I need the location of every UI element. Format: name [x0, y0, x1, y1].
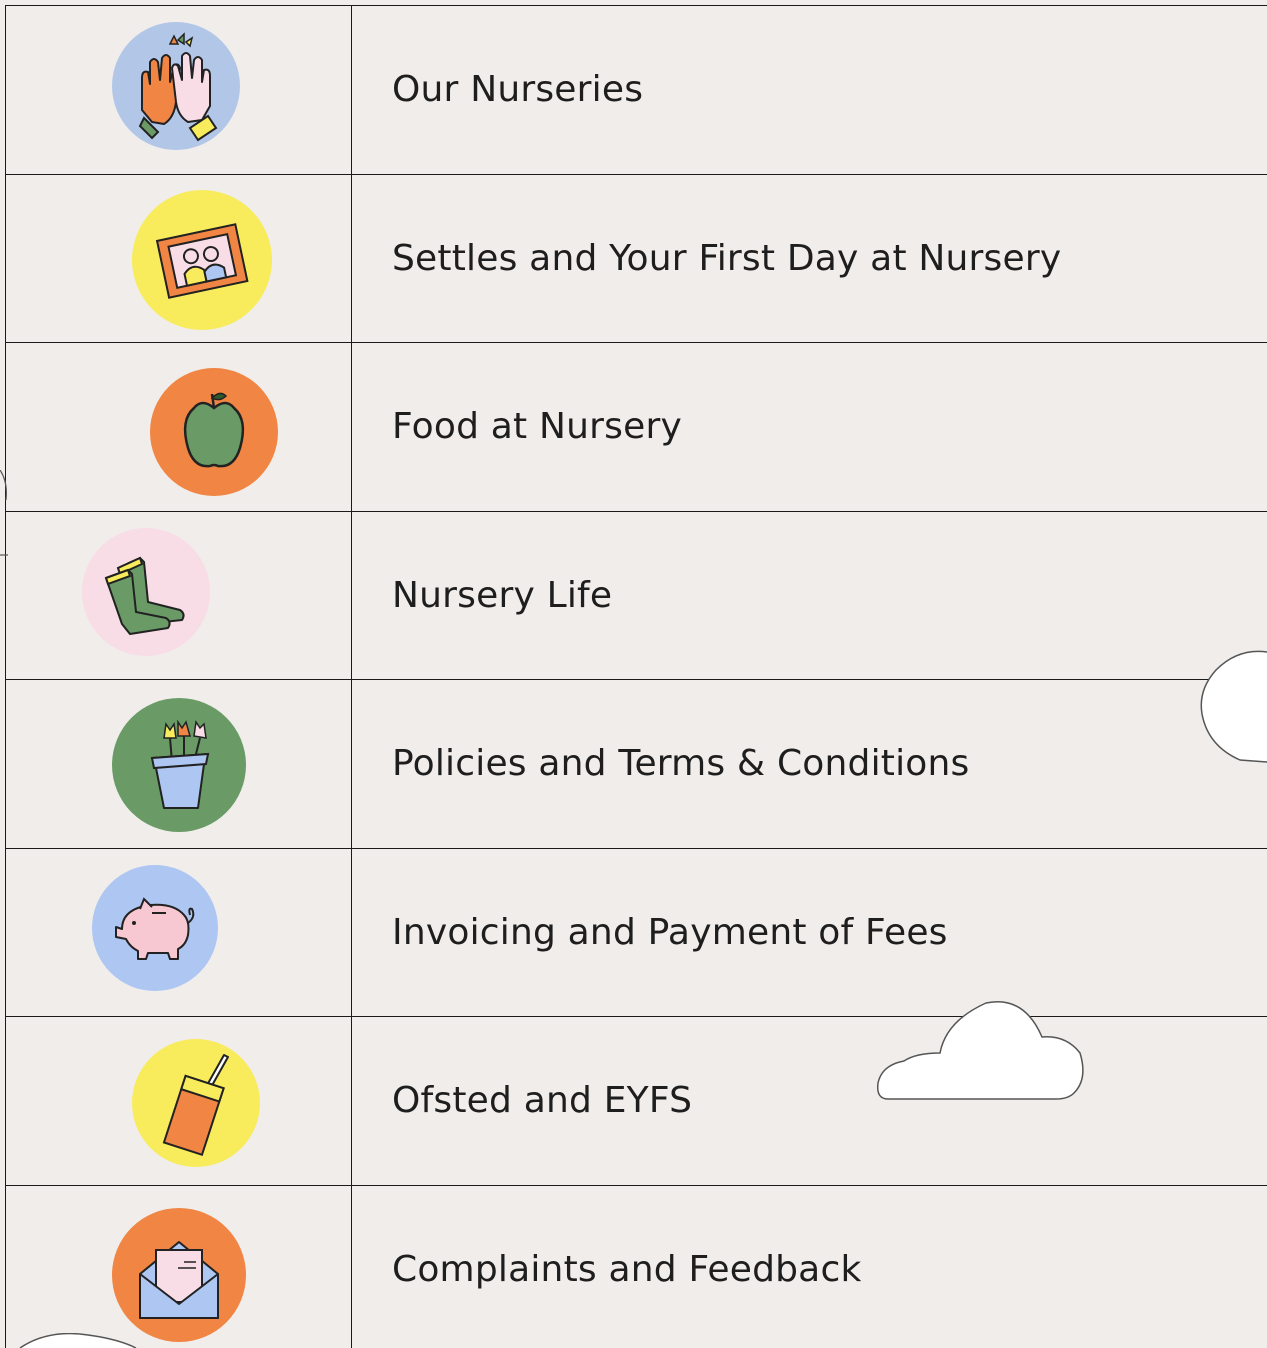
- label-cell: Policies and Terms & Conditions: [352, 680, 1267, 848]
- menu-item-complaints-feedback[interactable]: Complaints and Feedback: [6, 1185, 1267, 1348]
- label-cell: Invoicing and Payment of Fees: [352, 849, 1267, 1017]
- menu-item-nursery-life[interactable]: Nursery Life: [6, 511, 1267, 680]
- wellington-boots-icon: [82, 527, 210, 656]
- menu-item-label: Settles and Your First Day at Nursery: [392, 237, 1062, 279]
- apple-icon: [150, 368, 278, 496]
- label-cell: Food at Nursery: [352, 343, 1267, 511]
- menu-item-policies-terms[interactable]: Policies and Terms & Conditions: [6, 680, 1267, 849]
- icon-cell: [6, 1017, 352, 1185]
- nursery-info-menu: Our Nurseries Settles and Your First Day…: [5, 5, 1267, 1348]
- menu-item-label: Invoicing and Payment of Fees: [392, 911, 948, 953]
- juice-carton-icon: [132, 1039, 260, 1167]
- menu-item-invoicing-payment[interactable]: Invoicing and Payment of Fees: [6, 848, 1267, 1017]
- icon-cell: [6, 680, 352, 848]
- menu-item-label: Nursery Life: [392, 574, 613, 616]
- piggy-bank-icon: [92, 864, 218, 991]
- label-cell: Nursery Life: [352, 512, 1267, 680]
- label-cell: Settles and Your First Day at Nursery: [352, 175, 1267, 343]
- icon-cell: [6, 848, 352, 1016]
- icon-cell: [6, 1185, 352, 1348]
- menu-item-settles-first-day[interactable]: Settles and Your First Day at Nursery: [6, 174, 1267, 343]
- icon-cell: [6, 6, 352, 174]
- icon-cell: [6, 343, 352, 511]
- envelope-letter-icon: [112, 1207, 246, 1342]
- menu-item-label: Our Nurseries: [392, 69, 644, 111]
- flower-pot-icon: [112, 698, 246, 832]
- menu-item-label: Food at Nursery: [392, 406, 682, 448]
- menu-item-label: Policies and Terms & Conditions: [392, 743, 970, 785]
- label-cell: Our Nurseries: [352, 6, 1267, 174]
- menu-item-ofsted-eyfs[interactable]: Ofsted and EYFS: [6, 1017, 1267, 1186]
- menu-item-label: Complaints and Feedback: [392, 1248, 862, 1290]
- icon-cell: [6, 174, 352, 342]
- menu-item-food-at-nursery[interactable]: Food at Nursery: [6, 343, 1267, 512]
- menu-item-our-nurseries[interactable]: Our Nurseries: [6, 6, 1267, 175]
- icon-cell: [6, 511, 352, 679]
- label-cell: Ofsted and EYFS: [352, 1017, 1267, 1185]
- label-cell: Complaints and Feedback: [352, 1186, 1267, 1348]
- high-five-hands-icon: [112, 22, 240, 150]
- menu-item-label: Ofsted and EYFS: [392, 1080, 693, 1122]
- family-picture-frame-icon: [132, 189, 272, 330]
